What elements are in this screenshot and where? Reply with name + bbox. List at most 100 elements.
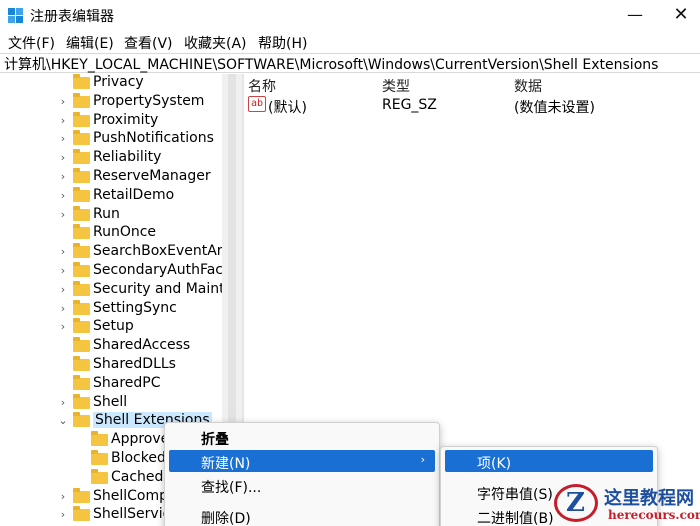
folder-icon xyxy=(73,93,90,108)
menu-favorites[interactable]: 收藏夹(A) xyxy=(184,33,247,53)
tree-item[interactable]: Privacy xyxy=(0,74,222,93)
folder-icon xyxy=(91,469,108,484)
tree-item[interactable]: › SettingSync xyxy=(0,300,222,319)
context-find[interactable]: 查找(F)... xyxy=(169,474,435,496)
value-type: REG_SZ xyxy=(382,97,437,113)
watermark-url: herecours.com xyxy=(608,508,700,522)
folder-icon xyxy=(73,262,90,277)
tree-item[interactable]: › Setup xyxy=(0,318,222,337)
folder-icon xyxy=(73,375,90,390)
chevron-right-icon[interactable]: › xyxy=(58,302,68,315)
tree-item[interactable]: › PushNotifications xyxy=(0,130,222,149)
chevron-right-icon[interactable]: › xyxy=(58,508,68,521)
chevron-down-icon[interactable]: ⌄ xyxy=(58,414,68,427)
value-row[interactable]: ab (默认) REG_SZ (数值未设置) xyxy=(244,95,700,116)
folder-icon xyxy=(73,506,90,521)
chevron-right-icon[interactable]: › xyxy=(58,132,68,145)
tree-item[interactable]: › Reliability xyxy=(0,149,222,168)
watermark-letter: Z xyxy=(566,488,585,518)
chevron-right-icon[interactable]: › xyxy=(58,170,68,183)
title-bar: 注册表编辑器 — ✕ xyxy=(0,0,700,32)
folder-icon xyxy=(73,112,90,127)
tree-item-label: Run xyxy=(93,206,120,222)
tree-item[interactable]: › RetailDemo xyxy=(0,187,222,206)
tree-item-label: Blocked xyxy=(111,450,166,466)
chevron-right-icon[interactable]: › xyxy=(58,208,68,221)
folder-icon xyxy=(73,412,90,427)
chevron-right-icon[interactable]: › xyxy=(58,490,68,503)
column-header-type[interactable]: 类型 xyxy=(382,76,410,96)
tree-item[interactable]: › ReserveManager xyxy=(0,168,222,187)
tree-item-label: Shell xyxy=(93,394,128,410)
tree-item[interactable]: SharedDLLs xyxy=(0,356,222,375)
chevron-right-icon[interactable]: › xyxy=(58,114,68,127)
string-value-icon: ab xyxy=(248,96,266,112)
tree-item[interactable]: › PropertySystem xyxy=(0,93,222,112)
column-header-data[interactable]: 数据 xyxy=(514,76,542,96)
tree-item[interactable]: › SearchBoxEventArgs xyxy=(0,243,222,262)
chevron-right-icon[interactable]: › xyxy=(58,95,68,108)
chevron-right-icon[interactable]: › xyxy=(58,320,68,333)
folder-icon xyxy=(73,224,90,239)
address-bar[interactable]: 计算机\HKEY_LOCAL_MACHINE\SOFTWARE\Microsof… xyxy=(0,53,700,73)
tree-item-label: SettingSync xyxy=(93,300,177,316)
tree-item[interactable]: RunOnce xyxy=(0,224,222,243)
tree-item-label: PropertySystem xyxy=(93,93,205,109)
close-button[interactable]: ✕ xyxy=(666,4,696,28)
chevron-right-icon[interactable]: › xyxy=(58,264,68,277)
chevron-right-icon[interactable]: › xyxy=(58,283,68,296)
folder-icon xyxy=(73,206,90,221)
chevron-right-icon[interactable]: › xyxy=(58,189,68,202)
tree-item[interactable]: › Shell xyxy=(0,394,222,413)
context-collapse-label: 折叠 xyxy=(201,432,229,448)
folder-icon xyxy=(73,318,90,333)
tree-item[interactable]: SharedPC xyxy=(0,375,222,394)
submenu-binary-value-label: 二进制值(B) xyxy=(477,511,554,526)
context-collapse[interactable]: 折叠 xyxy=(169,426,435,448)
folder-icon xyxy=(73,130,90,145)
tree-item-label: Privacy xyxy=(93,74,144,90)
context-new[interactable]: 新建(N) › xyxy=(169,450,435,472)
tree-item[interactable]: SharedAccess xyxy=(0,337,222,356)
chevron-right-icon[interactable]: › xyxy=(58,245,68,258)
tree-item-label: ShellComp xyxy=(93,488,169,504)
context-find-label: 查找(F)... xyxy=(201,480,262,496)
tree-item-label: SecondaryAuthFacto xyxy=(93,262,222,278)
value-data: (数值未设置) xyxy=(514,100,595,116)
menu-edit[interactable]: 编辑(E) xyxy=(66,33,114,53)
minimize-button[interactable]: — xyxy=(620,4,650,28)
tree-item-label: PushNotifications xyxy=(93,130,214,146)
folder-icon xyxy=(73,74,90,89)
tree-item-label: ReserveManager xyxy=(93,168,211,184)
tree-item-label: Cached xyxy=(111,469,164,485)
tree-item-label: ShellServic xyxy=(93,506,171,522)
menu-help[interactable]: 帮助(H) xyxy=(258,33,307,53)
menu-file[interactable]: 文件(F) xyxy=(8,33,55,53)
tree-item-label: SharedPC xyxy=(93,375,161,391)
window-title: 注册表编辑器 xyxy=(30,9,114,25)
tree-item-label: Approve xyxy=(111,431,170,447)
value-name: (默认) xyxy=(268,100,307,116)
address-path[interactable]: 计算机\HKEY_LOCAL_MACHINE\SOFTWARE\Microsof… xyxy=(4,54,658,74)
menu-bar: 文件(F) 编辑(E) 查看(V) 收藏夹(A) 帮助(H) xyxy=(0,32,700,54)
folder-icon xyxy=(73,356,90,371)
folder-icon xyxy=(73,168,90,183)
tree-item-label: RunOnce xyxy=(93,224,157,240)
column-header-name[interactable]: 名称 xyxy=(248,76,276,96)
tree-context-menu: 折叠 新建(N) › 查找(F)... 删除(D) xyxy=(164,422,440,526)
tree-item[interactable]: › Run xyxy=(0,206,222,225)
folder-icon xyxy=(73,394,90,409)
menu-view[interactable]: 查看(V) xyxy=(124,33,173,53)
submenu-string-value-label: 字符串值(S) xyxy=(477,487,553,503)
tree-item[interactable]: › Security and Mainte xyxy=(0,281,222,300)
tree-item-label: SharedDLLs xyxy=(93,356,176,372)
submenu-new-key[interactable]: 项(K) xyxy=(445,450,653,472)
chevron-right-icon[interactable]: › xyxy=(58,396,68,409)
tree-item-label: RetailDemo xyxy=(93,187,175,203)
tree-item[interactable]: › Proximity xyxy=(0,112,222,131)
folder-icon xyxy=(91,431,108,446)
chevron-right-icon[interactable]: › xyxy=(58,151,68,164)
tree-item-label: Security and Mainte xyxy=(93,281,222,297)
context-delete[interactable]: 删除(D) xyxy=(169,505,435,526)
tree-item[interactable]: › SecondaryAuthFacto xyxy=(0,262,222,281)
